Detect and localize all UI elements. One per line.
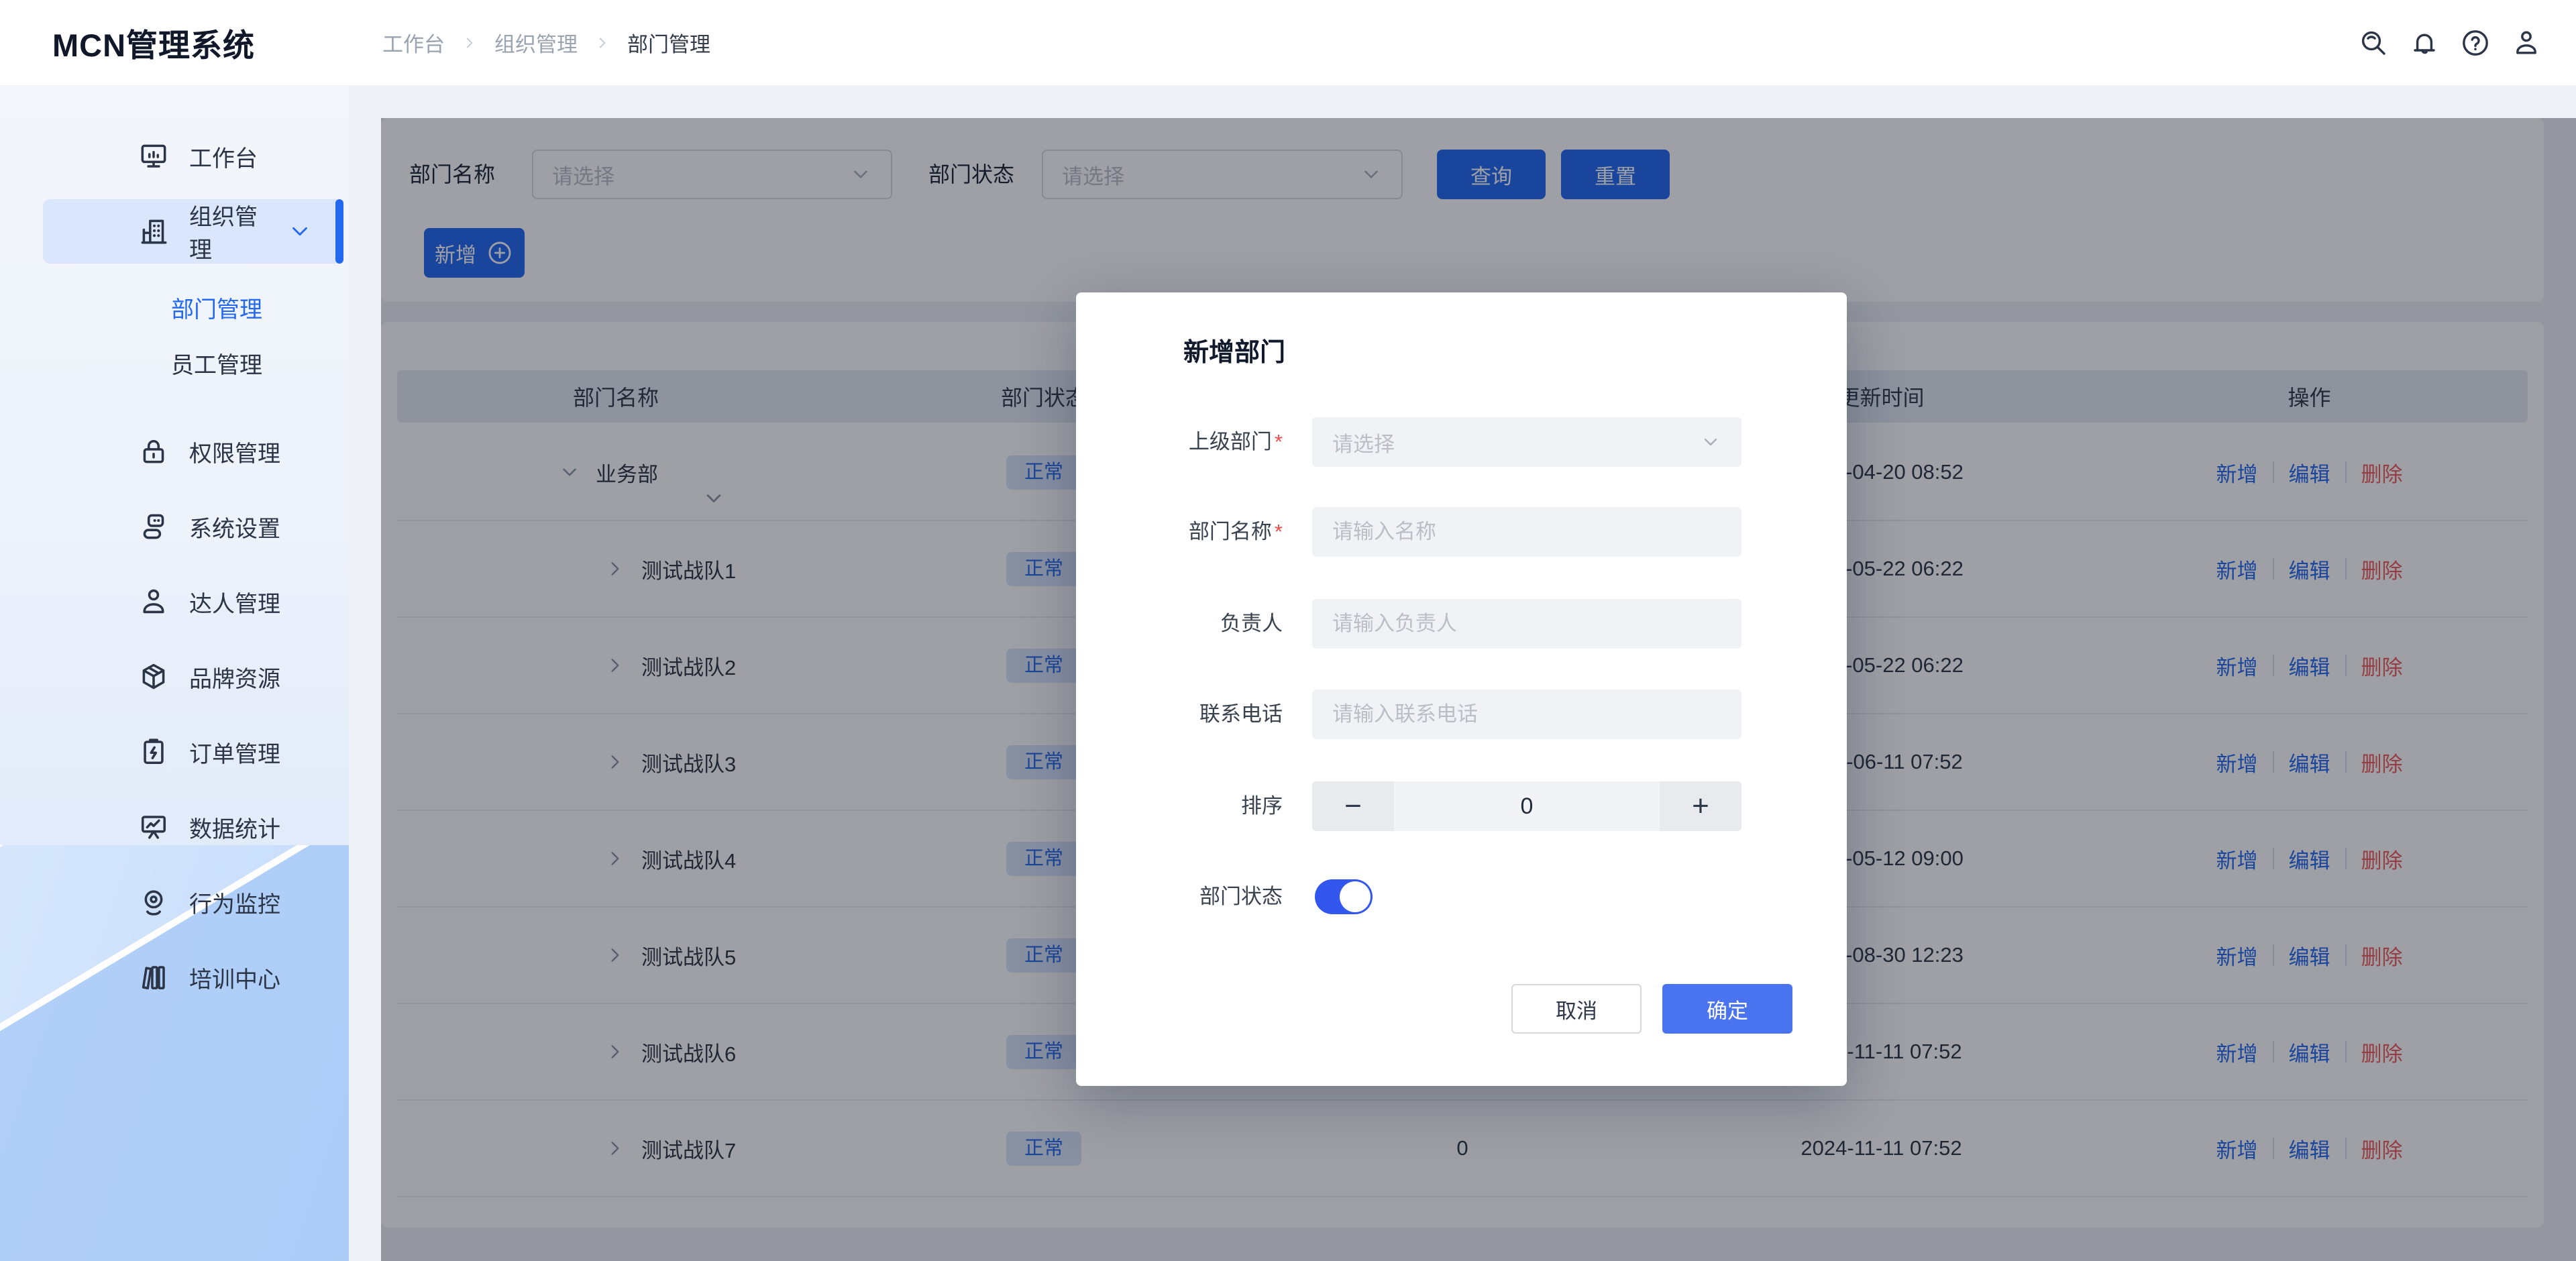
phone-label: 联系电话 (1076, 690, 1283, 739)
active-indicator-bar (335, 199, 343, 264)
search-icon[interactable] (2357, 27, 2390, 59)
sidebar-item-brand[interactable]: 品牌资源 (0, 650, 349, 704)
sidebar-item-talent[interactable]: 达人管理 (0, 575, 349, 628)
sidebar-item-permission[interactable]: 权限管理 (0, 425, 349, 478)
top-header: MCN管理系统 工作台 组织管理 部门管理 (0, 0, 2576, 86)
chevron-down-icon (1700, 431, 1721, 453)
breadcrumb-item-org[interactable]: 组织管理 (494, 28, 578, 58)
training-icon (137, 961, 170, 994)
toggle-knob (1340, 881, 1371, 912)
chevron-down-icon (287, 219, 313, 244)
dept-name-input[interactable] (1312, 507, 1741, 557)
add-dept-modal: 新增部门 上级部门* 请选择 部门名称* 负责人 联系电话 (1076, 292, 1847, 1086)
dept-status-toggle[interactable] (1315, 879, 1373, 914)
brand-icon (137, 660, 170, 694)
sidebar-item-monitor[interactable]: 行为监控 (0, 875, 349, 929)
sidebar-item-stats[interactable]: 数据统计 (0, 800, 349, 854)
content-area: 部门名称 请选择 部门状态 请选择 查询 重置 新增 部门名称 部门状态 (381, 118, 2576, 1261)
stepper-plus-button[interactable]: + (1660, 781, 1741, 831)
app-logo: MCN管理系统 (52, 19, 349, 66)
phone-input[interactable] (1312, 690, 1741, 739)
order-icon (137, 735, 170, 769)
stepper-minus-button[interactable]: − (1312, 781, 1394, 831)
breadcrumb: 工作台 组织管理 部门管理 (382, 28, 710, 58)
parent-dept-label: 上级部门* (1076, 417, 1283, 467)
user-icon[interactable] (2510, 27, 2542, 59)
sort-label: 排序 (1076, 781, 1283, 831)
sidebar-item-system[interactable]: 系统设置 (0, 500, 349, 553)
modal-title: 新增部门 (1183, 331, 1285, 368)
sidebar: 工作台 组织管理 部门管理 员工管理 权限管理 系统设置 达人管理 品牌资源 (0, 86, 349, 1261)
header-actions (2357, 27, 2542, 59)
chevron-right-icon (594, 34, 611, 52)
sidebar-item-order[interactable]: 订单管理 (0, 725, 349, 779)
stats-icon (137, 810, 170, 844)
help-icon[interactable] (2459, 27, 2491, 59)
sidebar-item-workbench[interactable]: 工作台 (0, 129, 349, 183)
workbench-icon (137, 140, 170, 173)
confirm-button[interactable]: 确定 (1662, 984, 1792, 1034)
dept-name-label: 部门名称* (1076, 507, 1283, 557)
sidebar-item-org[interactable]: 组织管理 (43, 199, 343, 264)
sidebar-item-dept-mgmt[interactable]: 部门管理 (0, 280, 349, 334)
talent-icon (137, 585, 170, 618)
owner-label: 负责人 (1076, 599, 1283, 649)
sidebar-item-staff-mgmt[interactable]: 员工管理 (0, 336, 349, 390)
org-icon (137, 215, 170, 248)
main-area: 部门名称 请选择 部门状态 请选择 查询 重置 新增 部门名称 部门状态 (349, 86, 2576, 1261)
dept-status-label: 部门状态 (1076, 872, 1283, 922)
stepper-value[interactable]: 0 (1394, 781, 1660, 831)
monitor-icon (137, 885, 170, 919)
lock-icon (137, 435, 170, 468)
breadcrumb-item-dept: 部门管理 (627, 28, 710, 58)
sort-stepper: − 0 + (1312, 781, 1741, 831)
parent-dept-select[interactable]: 请选择 (1312, 417, 1741, 467)
settings-icon (137, 510, 170, 543)
sidebar-menu: 工作台 组织管理 部门管理 员工管理 权限管理 系统设置 达人管理 品牌资源 (0, 86, 349, 1004)
owner-input[interactable] (1312, 599, 1741, 649)
sidebar-item-training[interactable]: 培训中心 (0, 950, 349, 1004)
chevron-right-icon (461, 34, 478, 52)
bell-icon[interactable] (2408, 27, 2440, 59)
cancel-button[interactable]: 取消 (1511, 984, 1642, 1034)
breadcrumb-item-workbench[interactable]: 工作台 (382, 28, 445, 58)
